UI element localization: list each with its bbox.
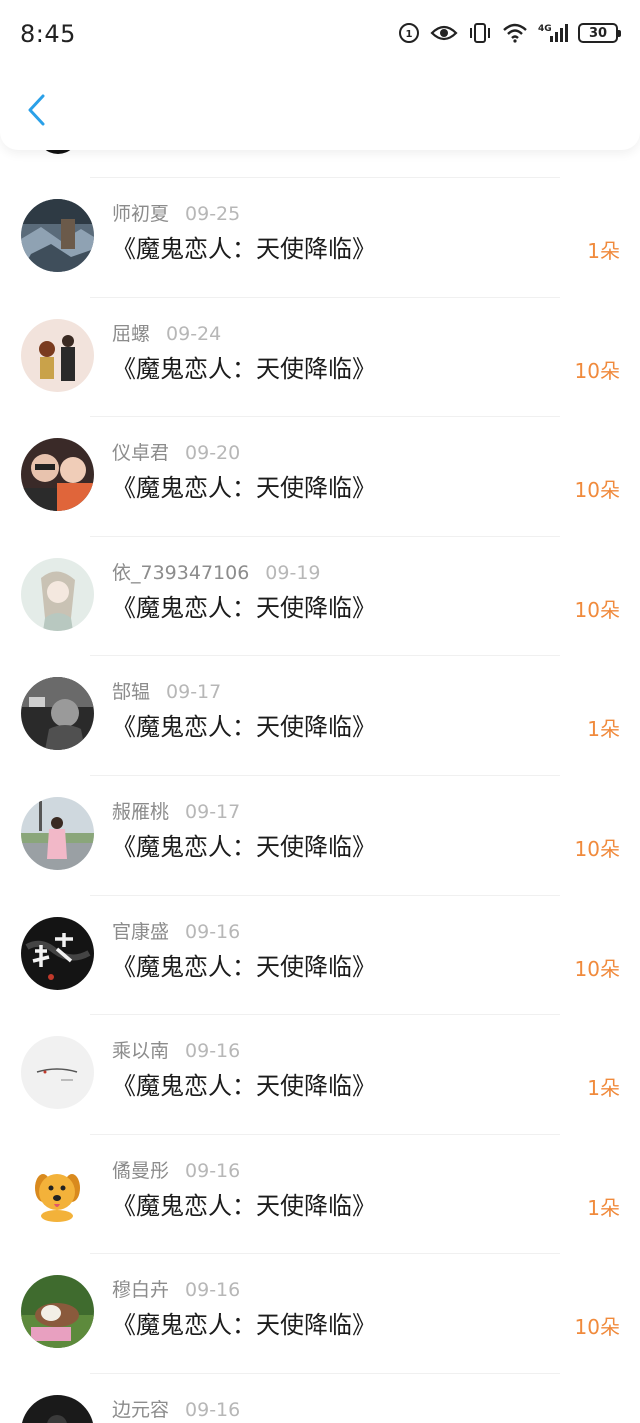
divider	[90, 1253, 560, 1255]
vibrate-icon	[468, 22, 492, 44]
avatar[interactable]	[21, 438, 94, 512]
battery-icon: 30	[578, 23, 621, 43]
sender-name: 僪曼彤	[112, 1159, 170, 1182]
avatar[interactable]	[21, 677, 94, 751]
list-item[interactable]: 乘以南 09-16 《魔鬼恋人：天使降临》 1朵	[0, 1014, 640, 1134]
hd-call-icon: 1	[398, 22, 420, 44]
gift-record-list[interactable]: 师初夏 09-25 《魔鬼恋人：天使降临》 1朵 屈螺 09-24 《魔鬼恋人：天使…	[0, 150, 640, 1423]
avatar[interactable]	[21, 557, 94, 631]
gift-date: 09-17	[185, 801, 241, 823]
list-item[interactable]: 依_739347106 09-19 《魔鬼恋人：天使降临》 10朵	[0, 535, 640, 656]
gift-amount: 1朵	[587, 239, 620, 263]
gift-date: 09-25	[185, 203, 241, 225]
chevron-left-icon	[28, 94, 45, 126]
eye-icon	[430, 23, 458, 43]
divider	[90, 296, 560, 298]
sender-name: 赧雁桃	[112, 801, 170, 823]
divider	[90, 775, 560, 776]
sender-name: 乘以南	[112, 1040, 170, 1063]
book-title: 《魔鬼恋人：天使降临》	[112, 713, 376, 742]
sender-name: 郜辒	[112, 681, 151, 704]
list-item[interactable]: 边元容 09-16	[0, 1373, 640, 1423]
divider	[90, 1133, 560, 1135]
sender-name: 仪卓君	[112, 442, 170, 465]
list-item[interactable]: 郜辒 09-17 《魔鬼恋人：天使降临》 1朵	[0, 655, 640, 775]
svg-text:4G: 4G	[538, 24, 552, 34]
gift-amount: 10朵	[574, 478, 620, 503]
gift-amount: 10朵	[574, 597, 620, 622]
gift-amount: 10朵	[574, 358, 620, 383]
gift-amount: 10朵	[574, 956, 620, 981]
avatar[interactable]	[21, 1395, 94, 1423]
sender-name: 屈螺	[112, 322, 151, 345]
avatar[interactable]	[21, 1036, 94, 1110]
back-button[interactable]	[16, 90, 56, 130]
sender-name: 官康盛	[112, 920, 170, 943]
status-bar: 8:45 1 4G 30	[0, 0, 640, 70]
gift-date: 09-17	[166, 681, 222, 704]
sender-name: 边元容	[112, 1399, 170, 1421]
gift-date: 09-16	[185, 1040, 241, 1063]
book-title: 《魔鬼恋人：天使降临》	[112, 1311, 376, 1340]
book-title: 《魔鬼恋人：天使降临》	[112, 235, 376, 263]
gift-date: 09-20	[185, 442, 241, 465]
sender-name: 师初夏	[112, 203, 170, 225]
divider	[90, 1014, 560, 1016]
wifi-icon	[502, 23, 528, 43]
avatar	[37, 150, 79, 154]
book-title: 《魔鬼恋人：天使降临》	[112, 1191, 376, 1220]
list-item[interactable]: 师初夏 09-25 《魔鬼恋人：天使降临》 1朵	[0, 177, 640, 297]
avatar[interactable]	[21, 1155, 94, 1229]
avatar[interactable]	[21, 916, 94, 990]
divider	[90, 416, 560, 418]
avatar[interactable]	[21, 797, 94, 870]
svg-text:1: 1	[406, 29, 413, 40]
book-title: 《魔鬼恋人：天使降临》	[112, 952, 376, 981]
list-item[interactable]: 屈螺 09-24 《魔鬼恋人：天使降临》 10朵	[0, 296, 640, 417]
list-item[interactable]: 赧雁桃 09-17 《魔鬼恋人：天使降临》 10朵	[0, 775, 640, 895]
status-time: 8:45	[20, 20, 76, 48]
sender-name: 依_739347106	[112, 561, 250, 584]
gift-amount: 10朵	[574, 1315, 620, 1340]
gift-date: 09-19	[265, 561, 321, 584]
gift-amount: 10朵	[574, 837, 620, 861]
divider	[90, 894, 560, 896]
gift-date: 09-24	[166, 322, 222, 345]
list-item[interactable]: 穆白卉 09-16 《魔鬼恋人：天使降临》 10朵	[0, 1253, 640, 1373]
divider	[90, 1373, 560, 1374]
gift-amount: 1朵	[587, 1195, 620, 1220]
avatar[interactable]	[21, 199, 94, 272]
gift-date: 09-16	[185, 1279, 241, 1302]
signal-icon: 4G	[538, 22, 568, 44]
book-title: 《魔鬼恋人：天使降临》	[112, 593, 376, 622]
avatar[interactable]	[21, 318, 94, 392]
book-title: 《魔鬼恋人：天使降临》	[112, 1072, 376, 1101]
avatar[interactable]	[21, 1275, 94, 1349]
gift-amount: 1朵	[587, 1076, 620, 1101]
gift-date: 09-16	[185, 920, 241, 943]
list-item[interactable]: 僪曼彤 09-16 《魔鬼恋人：天使降临》 1朵	[0, 1133, 640, 1254]
nav-bar	[0, 60, 640, 150]
book-title: 《魔鬼恋人：天使降临》	[112, 833, 376, 861]
divider	[90, 535, 560, 537]
divider	[90, 177, 560, 178]
gift-date: 09-16	[185, 1159, 241, 1182]
list-item[interactable]: 官康盛 09-16 《魔鬼恋人：天使降临》 10朵	[0, 894, 640, 1015]
gift-date: 09-16	[185, 1399, 241, 1421]
book-title: 《魔鬼恋人：天使降临》	[112, 354, 376, 383]
list-item[interactable]: 仪卓君 09-20 《魔鬼恋人：天使降临》 10朵	[0, 416, 640, 536]
book-title: 《魔鬼恋人：天使降临》	[112, 474, 376, 503]
divider	[90, 655, 560, 657]
sender-name: 穆白卉	[112, 1279, 170, 1302]
gift-amount: 1朵	[587, 717, 620, 742]
status-icons: 1 4G 30	[398, 22, 621, 44]
